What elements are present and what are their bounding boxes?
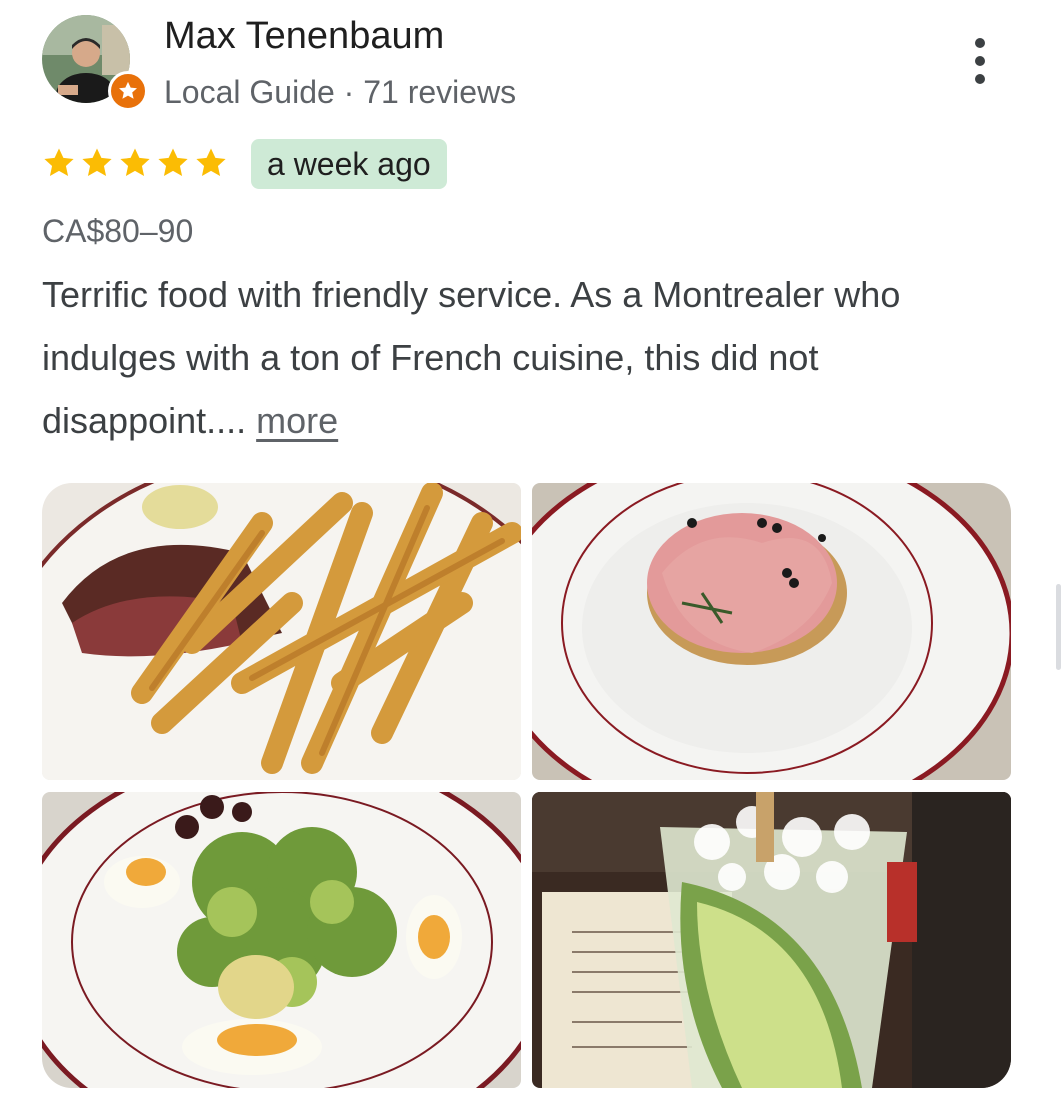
meta-separator: · [334, 74, 364, 110]
reviews-count[interactable]: 71 reviews [363, 74, 516, 110]
review-body: Terrific food with friendly service. As … [42, 263, 1022, 452]
review-photo-cocktail[interactable] [532, 792, 1011, 1088]
review-photo-salmon-tartine[interactable] [532, 483, 1011, 780]
reviewer-name[interactable]: Max Tenenbaum [164, 14, 444, 58]
local-guide-label: Local Guide [164, 74, 335, 110]
review-text: Terrific food with friendly service. As … [42, 274, 901, 441]
star-icon [44, 148, 74, 177]
menu-dot [975, 56, 985, 66]
reviewer-meta: Local Guide · 71 reviews [164, 70, 516, 114]
local-guide-star-icon [108, 71, 148, 111]
star-rating [42, 146, 228, 180]
menu-dot [975, 38, 985, 48]
star-icon [196, 148, 226, 177]
review-photo-salad[interactable] [42, 792, 521, 1088]
scrollbar-thumb[interactable] [1056, 584, 1061, 670]
star-icon [120, 148, 150, 177]
reviewer-avatar[interactable] [42, 15, 148, 111]
review-time-chip: a week ago [251, 139, 447, 189]
more-options-icon[interactable] [960, 38, 1000, 84]
review-photo-steak-frites[interactable] [42, 483, 521, 780]
star-icon [158, 148, 188, 177]
menu-dot [975, 74, 985, 84]
price-range: CA$80–90 [42, 213, 194, 249]
more-link[interactable]: more [256, 400, 338, 441]
star-icon [82, 148, 112, 177]
